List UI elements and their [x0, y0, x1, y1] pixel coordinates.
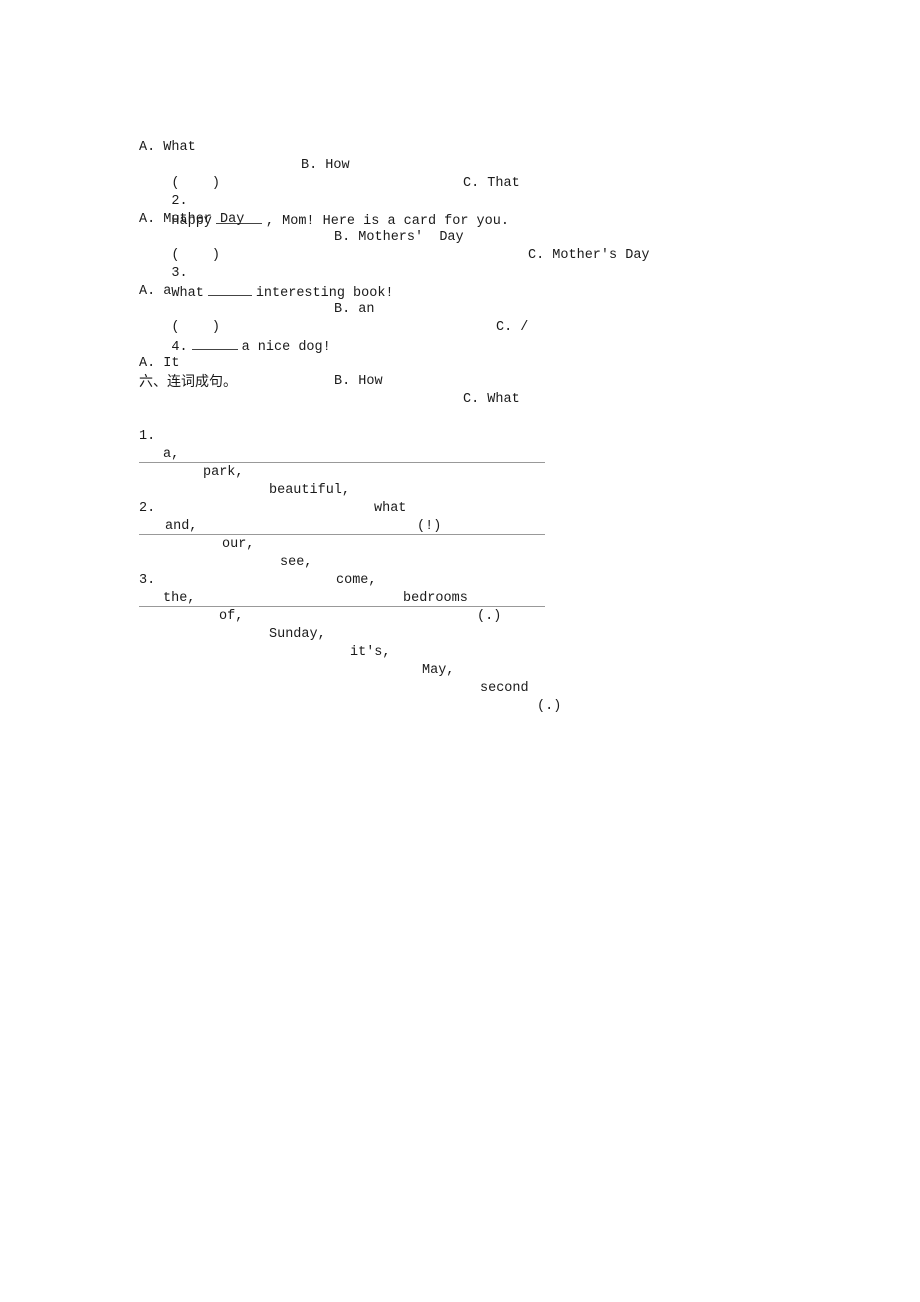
worksheet-page: A. What B. How C. That ( ) 2. Happy, Mom…: [0, 0, 920, 1302]
task-punct: (.): [477, 609, 502, 624]
q3-option-b: B. an: [334, 302, 375, 317]
answer-paren: ( ): [171, 248, 221, 263]
task-word: it's,: [350, 645, 391, 660]
q4-option-a: A. It: [139, 356, 180, 371]
task-punct: (.): [537, 699, 562, 714]
q4-option-c: C. What: [463, 392, 520, 407]
question-text-after: , Mom! Here is a card for you.: [265, 214, 509, 229]
question-text-before: What: [171, 286, 204, 301]
task-word: what: [374, 501, 407, 516]
answer-line[interactable]: [139, 606, 545, 607]
q1-option-a: A. What: [139, 140, 196, 155]
task-word: May,: [422, 663, 455, 678]
question-number: 2.: [171, 194, 188, 209]
task-number: 2.: [139, 501, 156, 516]
task-word: see,: [280, 555, 313, 570]
task-word: Sunday,: [269, 627, 326, 642]
task-word: beautiful,: [269, 483, 351, 498]
question-number: 4.: [171, 340, 188, 355]
task-word: come,: [336, 573, 377, 588]
task-number: 3.: [139, 573, 156, 588]
q2-option-c: C. Mother's Day: [528, 248, 650, 263]
answer-paren: ( ): [171, 176, 221, 191]
q2-option-a: A. Mother Day: [139, 212, 245, 227]
task-word: second: [480, 681, 529, 696]
answer-line[interactable]: [139, 534, 545, 535]
sentence-task-3: 3. the, of, Sunday, it's, May, second (.…: [139, 554, 561, 734]
task-word: our,: [222, 537, 255, 552]
section-heading: 六、连词成句。: [139, 374, 237, 390]
task-word: of,: [219, 609, 244, 624]
fill-in-blank: [207, 283, 252, 296]
answer-paren: ( ): [171, 320, 221, 335]
q3-option-c: C. /: [496, 320, 529, 335]
question-number: 3.: [171, 266, 188, 281]
task-word: park,: [203, 465, 244, 480]
q3-option-a: A. a: [139, 284, 172, 299]
question-text-after: a nice dog!: [241, 340, 331, 355]
q4-option-b: B. How: [334, 374, 383, 389]
answer-line[interactable]: [139, 462, 545, 463]
question-text-after: interesting book!: [255, 286, 394, 301]
task-number: 1.: [139, 429, 156, 444]
fill-in-blank: [191, 337, 238, 350]
